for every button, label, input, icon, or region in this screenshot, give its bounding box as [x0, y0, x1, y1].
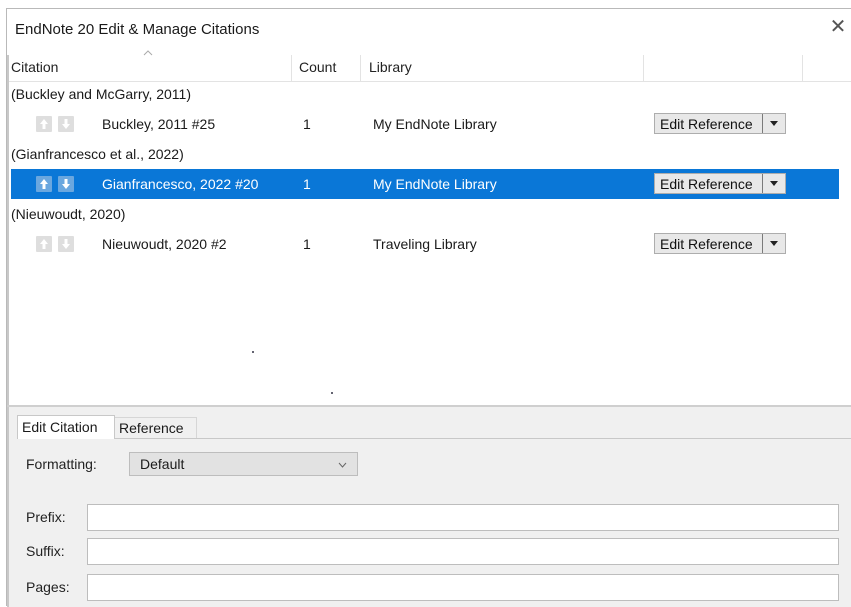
reference-count: 1 — [303, 236, 311, 252]
reference-library: My EndNote Library — [373, 116, 497, 132]
close-icon[interactable]: ✕ — [828, 17, 848, 37]
up-arrow-icon[interactable] — [36, 236, 52, 252]
column-divider — [643, 55, 644, 81]
up-arrow-icon[interactable] — [36, 176, 52, 192]
pages-label: Pages: — [26, 579, 70, 595]
reference-label: Buckley, 2011 #25 — [102, 116, 216, 132]
dropdown-arrow-icon[interactable] — [762, 234, 785, 253]
reorder-arrows — [36, 176, 76, 192]
column-divider — [360, 55, 361, 81]
prefix-input[interactable] — [87, 504, 839, 531]
citation-group-label: (Gianfrancesco et al., 2022) — [11, 146, 184, 162]
edit-reference-button[interactable]: Edit Reference — [654, 113, 786, 134]
column-count[interactable]: Count — [299, 59, 336, 75]
up-arrow-icon[interactable] — [36, 116, 52, 132]
reorder-arrows — [36, 116, 76, 132]
down-arrow-icon[interactable] — [58, 236, 74, 252]
edit-reference-button[interactable]: Edit Reference — [654, 233, 786, 254]
reference-library: My EndNote Library — [373, 176, 497, 192]
edit-reference-label: Edit Reference — [660, 116, 753, 132]
reference-label: Nieuwoudt, 2020 #2 — [102, 236, 227, 252]
edit-reference-label: Edit Reference — [660, 236, 753, 252]
reference-row-selected[interactable]: Gianfrancesco, 2022 #20 1 My EndNote Lib… — [11, 169, 839, 199]
prefix-label: Prefix: — [26, 509, 66, 525]
suffix-label: Suffix: — [26, 543, 65, 559]
artifact-dot — [252, 351, 254, 353]
tab-edit-citation[interactable]: Edit Citation — [17, 415, 115, 439]
citation-details-panel: Edit Citation Reference Formatting: Defa… — [7, 407, 851, 607]
tab-reference[interactable]: Reference — [115, 417, 197, 439]
suffix-input[interactable] — [87, 538, 839, 565]
down-arrow-icon[interactable] — [58, 176, 74, 192]
pages-input[interactable] — [87, 574, 839, 601]
reference-label: Gianfrancesco, 2022 #20 — [102, 176, 259, 192]
citation-group-row[interactable]: (Gianfrancesco et al., 2022) — [7, 142, 851, 168]
reference-count: 1 — [303, 176, 311, 192]
chevron-down-icon — [338, 462, 347, 468]
citation-group-row[interactable]: (Nieuwoudt, 2020) — [7, 202, 851, 228]
formatting-label: Formatting: — [26, 456, 97, 472]
reference-count: 1 — [303, 116, 311, 132]
title-bar: EndNote 20 Edit & Manage Citations ✕ — [7, 9, 851, 47]
column-divider — [291, 55, 292, 81]
column-library[interactable]: Library — [369, 59, 412, 75]
dropdown-arrow-icon[interactable] — [762, 174, 785, 193]
reference-row[interactable]: Buckley, 2011 #25 1 My EndNote Library E… — [11, 109, 839, 139]
column-divider — [802, 55, 803, 81]
reference-row[interactable]: Nieuwoudt, 2020 #2 1 Traveling Library E… — [11, 229, 839, 259]
reorder-arrows — [36, 236, 76, 252]
list-left-border — [7, 55, 9, 405]
tab-underline — [115, 438, 851, 439]
manage-citations-window: EndNote 20 Edit & Manage Citations ✕ Cit… — [6, 8, 851, 607]
citation-group-row[interactable]: (Buckley and McGarry, 2011) — [7, 82, 851, 108]
edit-reference-button[interactable]: Edit Reference — [654, 173, 786, 194]
column-citation[interactable]: Citation — [11, 59, 58, 75]
citation-group-label: (Buckley and McGarry, 2011) — [11, 86, 191, 102]
window-title: EndNote 20 Edit & Manage Citations — [15, 21, 260, 38]
formatting-select[interactable]: Default — [129, 452, 358, 476]
formatting-value: Default — [140, 456, 185, 472]
reference-library: Traveling Library — [373, 236, 477, 252]
down-arrow-icon[interactable] — [58, 116, 74, 132]
edit-reference-label: Edit Reference — [660, 176, 753, 192]
column-header: Citation Count Library — [7, 55, 851, 82]
dropdown-arrow-icon[interactable] — [762, 114, 785, 133]
citation-group-label: (Nieuwoudt, 2020) — [11, 206, 126, 222]
artifact-dot — [331, 392, 333, 394]
